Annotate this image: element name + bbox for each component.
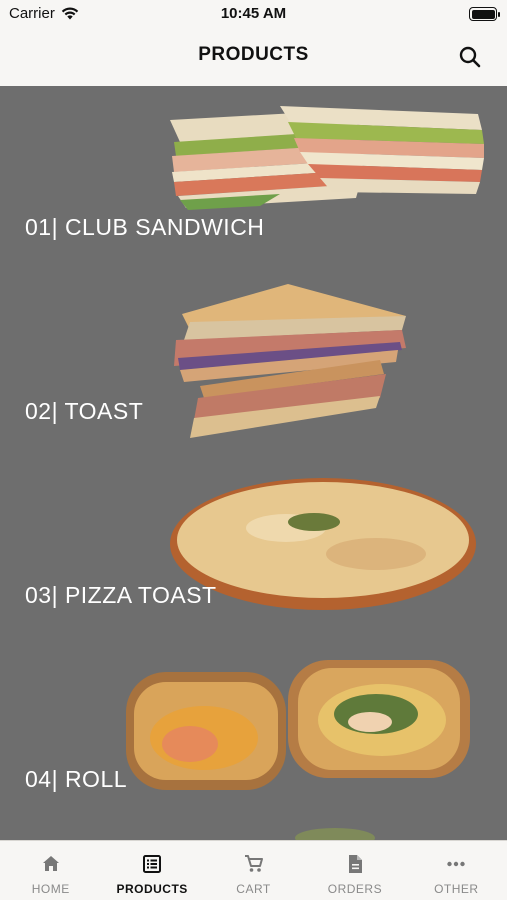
nav-bar: PRODUCTS: [0, 30, 507, 86]
product-label: 01| CLUB SANDWICH: [25, 214, 265, 240]
product-item-club-sandwich[interactable]: 01| CLUB SANDWICH: [0, 86, 507, 270]
tab-label: PRODUCTS: [116, 882, 188, 896]
battery-icon: [469, 7, 500, 21]
tab-label: ORDERS: [327, 882, 383, 896]
toast-image: [174, 284, 406, 438]
tab-bar: HOME PRODUCTS CART ORDERS OTHER: [0, 840, 507, 900]
home-icon: [42, 856, 59, 871]
tab-other[interactable]: OTHER: [406, 841, 507, 900]
product-item-roll[interactable]: 04| ROLL: [0, 638, 507, 822]
product-label: 04| ROLL: [25, 766, 128, 792]
search-button[interactable]: [457, 44, 483, 70]
product-item-toast[interactable]: 02| TOAST: [0, 270, 507, 454]
product-list: 01| CLUB SANDWICH 02| TOAST 03| PIZZA TO…: [0, 86, 507, 840]
tab-label: CART: [236, 882, 271, 896]
tab-label: HOME: [31, 882, 70, 896]
tab-orders[interactable]: ORDERS: [304, 841, 405, 900]
product-label: 02| TOAST: [25, 398, 144, 424]
tab-cart[interactable]: CART: [203, 841, 304, 900]
roll-image: [126, 660, 470, 790]
club-sandwich-image: [170, 106, 484, 210]
page-title: PRODUCTS: [198, 44, 309, 65]
more-icon: [447, 861, 466, 867]
product-label: 03| PIZZA TOAST: [25, 582, 217, 608]
search-icon: [459, 46, 481, 68]
product-item-pizza-toast[interactable]: 03| PIZZA TOAST: [0, 454, 507, 638]
cart-icon: [244, 855, 263, 872]
status-bar: Carrier 10:45 AM: [0, 0, 507, 30]
tab-label: OTHER: [434, 882, 479, 896]
document-icon: [348, 855, 362, 873]
list-icon: [143, 855, 162, 873]
status-time: 10:45 AM: [220, 5, 287, 22]
tab-products[interactable]: PRODUCTS: [101, 841, 202, 900]
tab-home[interactable]: HOME: [0, 841, 101, 900]
next-product-peek: [295, 828, 375, 840]
